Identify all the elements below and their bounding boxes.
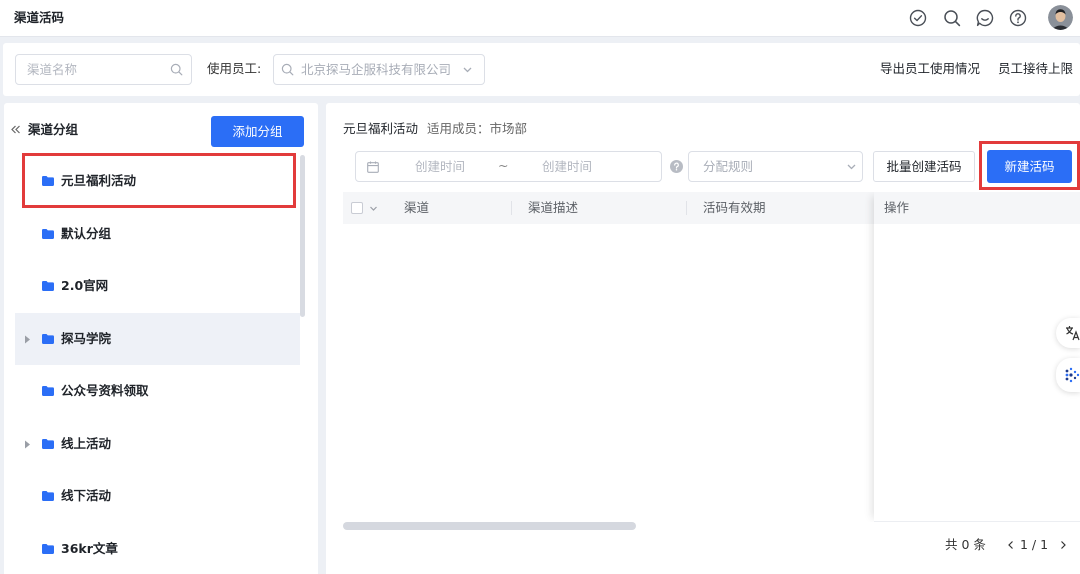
- group-item-label: 线下活动: [61, 488, 112, 503]
- folder-icon: [42, 333, 54, 344]
- select-all-checkbox[interactable]: [351, 202, 363, 214]
- group-item[interactable]: 探马学院: [15, 312, 300, 365]
- column-divider: [511, 201, 512, 215]
- folder-icon: [42, 386, 54, 396]
- channel-table: 渠道 渠道描述 活码有效期 操作: [343, 192, 1080, 522]
- group-item[interactable]: 2.0官网: [15, 260, 300, 313]
- channel-search-box: [15, 54, 192, 85]
- folder-icon: [42, 176, 54, 186]
- assistant-icon: [1065, 367, 1080, 383]
- expand-arrow-icon[interactable]: [24, 440, 31, 449]
- top-bar: 渠道活码: [0, 0, 1080, 37]
- search-icon[interactable]: [170, 63, 183, 76]
- chevron-down-icon: [847, 164, 856, 170]
- group-item[interactable]: 线下活动: [15, 470, 300, 523]
- chevron-down-icon[interactable]: [369, 204, 378, 213]
- column-header-actions: 操作: [884, 200, 910, 215]
- date-end-input[interactable]: [512, 152, 622, 181]
- translate-tab[interactable]: [1056, 318, 1080, 348]
- question-icon[interactable]: [1009, 9, 1027, 27]
- search-icon[interactable]: [943, 9, 961, 27]
- folder-icon: [42, 543, 54, 554]
- date-start-input[interactable]: [386, 152, 494, 181]
- message-icon[interactable]: [976, 9, 994, 27]
- created-date-range: ~: [355, 151, 662, 182]
- export-employee-usage-link[interactable]: 导出员工使用情况: [880, 61, 980, 77]
- page-title: 渠道活码: [14, 10, 65, 25]
- employee-select[interactable]: 北京探马企服科技有限公司: [273, 54, 485, 85]
- group-item[interactable]: 公众号资料领取: [15, 365, 300, 418]
- fixed-column-header: 操作: [874, 192, 1080, 224]
- group-list: 元旦福利活动 默认分组 2.0官网 探马学院 公众号资料领取 线上活动 线下活动: [15, 155, 300, 574]
- chevron-down-icon: [463, 67, 472, 73]
- group-item-label: 公众号资料领取: [61, 383, 149, 398]
- prev-page-icon[interactable]: [1006, 540, 1016, 550]
- folder-icon: [42, 281, 54, 291]
- add-group-button[interactable]: 添加分组: [211, 116, 304, 147]
- folder-icon: [42, 438, 54, 449]
- column-header-description: 渠道描述: [528, 200, 579, 215]
- sidebar-title: 渠道分组: [28, 122, 79, 137]
- group-sidebar: 渠道分组 添加分组 元旦福利活动 默认分组 2.0官网 探马学院 公众号资料领取…: [4, 103, 318, 574]
- avatar[interactable]: [1048, 5, 1073, 30]
- new-live-code-button[interactable]: 新建活码: [987, 150, 1072, 183]
- filter-bar: 使用员工: 北京探马企服科技有限公司 导出员工使用情况 员工接待上限: [3, 43, 1080, 96]
- translate-icon: [1066, 326, 1080, 341]
- group-item[interactable]: 线上活动: [15, 418, 300, 471]
- double-chevron-left-icon[interactable]: [10, 124, 21, 135]
- column-header-channel: 渠道: [404, 200, 430, 215]
- fixed-actions-column: 操作: [874, 192, 1080, 522]
- expand-arrow-icon[interactable]: [24, 335, 31, 344]
- channel-search-input[interactable]: [27, 55, 165, 84]
- calendar-icon: [367, 161, 379, 173]
- group-item-label: 探马学院: [61, 330, 112, 346]
- assistant-tab[interactable]: [1056, 358, 1080, 392]
- group-title: 元旦福利活动: [343, 121, 419, 136]
- folder-icon: [42, 228, 54, 239]
- check-circle-icon[interactable]: [909, 9, 927, 27]
- main-panel: 元旦福利活动 适用成员：市场部 ~ 分配规则 批量创建活码 新建活码 渠道: [326, 103, 1080, 574]
- assignment-rule-placeholder: 分配规则: [703, 159, 754, 174]
- help-icon[interactable]: [670, 160, 683, 173]
- group-item[interactable]: 默认分组: [15, 208, 300, 261]
- group-item-label: 元旦福利活动: [61, 173, 137, 188]
- pagination-total: 共 0 条: [945, 537, 986, 552]
- group-item-label: 36kr文章: [61, 540, 118, 556]
- employee-reception-limit-link[interactable]: 员工接待上限: [998, 61, 1073, 77]
- next-page-icon[interactable]: [1058, 540, 1068, 550]
- table-horizontal-scrollbar[interactable]: [343, 522, 636, 530]
- column-header-validity: 活码有效期: [703, 200, 766, 215]
- column-divider: [686, 201, 687, 215]
- group-item-label: 线上活动: [61, 435, 112, 451]
- search-icon: [281, 63, 294, 76]
- employee-label: 使用员工:: [207, 61, 262, 76]
- applicable-members: 适用成员：市场部: [427, 121, 528, 136]
- group-item-label: 2.0官网: [61, 278, 109, 293]
- date-separator: ~: [498, 158, 509, 173]
- group-item-label: 默认分组: [61, 225, 112, 241]
- group-item[interactable]: 元旦福利活动: [15, 155, 300, 208]
- employee-select-placeholder: 北京探马企服科技有限公司: [301, 62, 452, 77]
- sidebar-scrollbar[interactable]: [300, 155, 305, 317]
- folder-icon: [42, 491, 54, 501]
- pagination-page: 1 / 1: [1020, 537, 1049, 552]
- assignment-rule-select[interactable]: 分配规则: [688, 151, 863, 182]
- batch-create-button[interactable]: 批量创建活码: [873, 151, 975, 182]
- group-item[interactable]: 36kr文章: [15, 523, 300, 574]
